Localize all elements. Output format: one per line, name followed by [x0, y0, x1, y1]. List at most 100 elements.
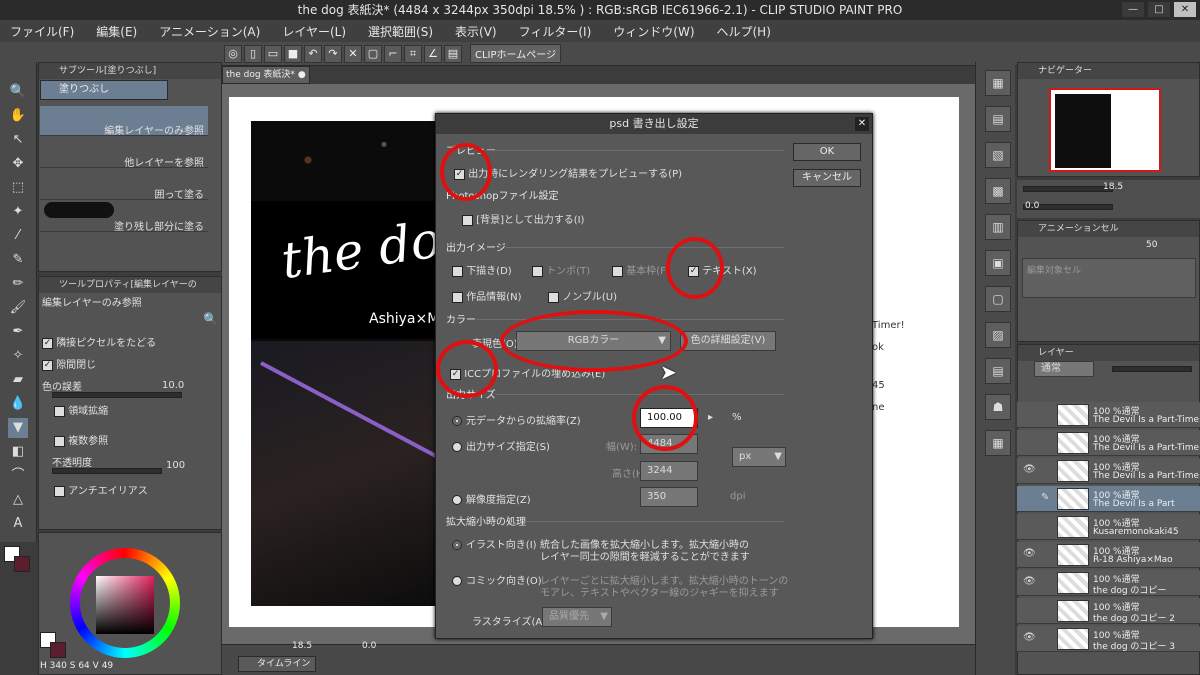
resolution-input[interactable]: 350 [640, 487, 698, 507]
illust-radio[interactable] [452, 540, 462, 550]
layer-row[interactable]: ✎ 100 %通常 The Devil Is a Part [1017, 486, 1200, 512]
layer-row[interactable]: 👁 100 %通常 the dog のコピー 3 [1017, 626, 1200, 652]
resolution-radio[interactable] [452, 495, 462, 505]
undo-icon[interactable]: ↶ [304, 44, 322, 63]
magnifier-icon[interactable]: 🔍 [203, 312, 218, 326]
eyedropper-icon[interactable]: ⁄ [8, 226, 28, 246]
close-button[interactable]: ✕ [1174, 2, 1196, 17]
subtool-group-fill[interactable]: 塗りつぶし [40, 80, 168, 100]
blend-mode-select[interactable]: 通常 [1034, 361, 1094, 377]
color-detail-button[interactable]: 色の詳細設定(V) [680, 331, 776, 351]
redo-icon[interactable]: ↷ [324, 44, 342, 63]
layer-row[interactable]: 100 %通常 The Devil Is a Part-Timer [1017, 430, 1200, 456]
material-tone-icon[interactable]: ▩ [985, 178, 1011, 204]
material-image-icon[interactable]: ▨ [985, 322, 1011, 348]
material-character-icon[interactable]: ☗ [985, 394, 1011, 420]
selection-tool-icon[interactable]: ⬚ [8, 178, 28, 198]
menu-view[interactable]: 表示(V) [455, 23, 497, 40]
color-swatch-main[interactable] [50, 642, 66, 658]
zoom-tool-icon[interactable]: 🔍 [8, 82, 28, 102]
minimize-button[interactable]: — [1122, 2, 1144, 17]
subtool-refer-other-layers[interactable]: 他レイヤーを参照 [40, 138, 208, 169]
navigator-thumbnail[interactable] [1049, 88, 1161, 172]
material-icon[interactable]: ▦ [985, 70, 1011, 96]
close-gap-checkbox[interactable]: ✓ [42, 359, 53, 371]
clear-icon[interactable]: ✕ [344, 44, 362, 63]
navigator-zoom-slider[interactable] [1023, 186, 1113, 192]
pen-tool-icon[interactable]: ✎ [8, 250, 28, 270]
menu-animation[interactable]: アニメーション(A) [159, 23, 260, 40]
edit-target-cel[interactable]: 編集対象セル [1022, 258, 1196, 298]
pencil-tool-icon[interactable]: ✏ [8, 274, 28, 294]
eye-icon[interactable]: 👁 [1023, 576, 1036, 587]
snap-ruler-icon[interactable]: ⌐ [384, 44, 402, 63]
figure-tool-icon[interactable]: ⌒ [8, 466, 28, 486]
color-margin-slider[interactable] [52, 392, 182, 398]
settings-icon[interactable]: ▤ [444, 44, 462, 63]
auto-select-icon[interactable]: ✦ [8, 202, 28, 222]
text-tool-icon[interactable]: A [8, 514, 28, 534]
eye-icon[interactable]: 👁 [1023, 548, 1036, 559]
multi-ref-checkbox[interactable] [54, 435, 65, 447]
scale-arrow-icon[interactable]: ▸ [708, 412, 713, 423]
layer-row[interactable]: 👁 100 %通常 R-18 Ashiya×Mao [1017, 542, 1200, 568]
draft-checkbox[interactable] [452, 265, 463, 277]
menu-filter[interactable]: フィルター(I) [519, 23, 592, 40]
maximize-button[interactable]: □ [1148, 2, 1170, 17]
material-3d-icon[interactable]: ▤ [985, 358, 1011, 384]
layer-row[interactable]: 👁 100 %通常 the dog のコピー [1017, 570, 1200, 596]
open-file-icon[interactable]: ▭ [264, 44, 282, 63]
menu-help[interactable]: ヘルプ(H) [717, 23, 771, 40]
material-frame-icon[interactable]: ▣ [985, 250, 1011, 276]
scale-radio[interactable] [452, 416, 462, 426]
size-unit-select[interactable]: px ▼ [732, 447, 786, 467]
menu-edit[interactable]: 編集(E) [96, 23, 137, 40]
subtool-edit-layer-only[interactable]: 編集レイヤーのみ参照 [40, 106, 208, 137]
layer-row[interactable]: 👁 100 %通常 The Devil Is a Part-Timer [1017, 458, 1200, 484]
subtool-close-and-fill[interactable]: 囲って塗る [40, 170, 208, 201]
menu-window[interactable]: ウィンドウ(W) [613, 23, 694, 40]
adjacent-checkbox[interactable]: ✓ [42, 337, 53, 349]
size-radio[interactable] [452, 442, 462, 452]
tombo-checkbox[interactable] [532, 265, 543, 277]
eye-icon[interactable]: 👁 [1023, 464, 1036, 475]
ruler-tool-icon[interactable]: △ [8, 490, 28, 510]
layer-row[interactable]: 100 %通常 The Devil Is a Part-Timer! [1017, 402, 1200, 428]
decoration-tool-icon[interactable]: ✧ [8, 346, 28, 366]
eraser-tool-icon[interactable]: ▰ [8, 370, 28, 390]
brush-tool-icon[interactable]: 🖌 [8, 298, 28, 318]
material-brush-icon[interactable]: ▥ [985, 214, 1011, 240]
layer-row[interactable]: 100 %通常 Kusaremonokaki45 [1017, 514, 1200, 540]
move-tool-icon[interactable]: ✥ [8, 154, 28, 174]
snap-grid-icon[interactable]: ⌗ [404, 44, 422, 63]
area-scaling-checkbox[interactable] [54, 405, 65, 417]
blend-tool-icon[interactable]: 💧 [8, 394, 28, 414]
fill-tool-icon[interactable]: ▼ [8, 418, 28, 438]
material-misc-icon[interactable]: ▦ [985, 430, 1011, 456]
save-icon[interactable]: ■ [284, 44, 302, 63]
ok-button[interactable]: OK [793, 143, 861, 161]
timeline-tab[interactable]: タイムライン [238, 656, 316, 672]
menu-selection[interactable]: 選択範囲(S) [368, 23, 433, 40]
document-tab[interactable]: the dog 表紙決* ● [222, 66, 310, 84]
new-file-icon[interactable]: ▯ [244, 44, 262, 63]
color-square[interactable] [96, 576, 154, 634]
transform-icon[interactable]: ▢ [364, 44, 382, 63]
opacity-slider[interactable] [52, 468, 162, 474]
eye-icon[interactable]: 👁 [1023, 632, 1036, 643]
operation-tool-icon[interactable]: ↖ [8, 130, 28, 150]
work-info-checkbox[interactable] [452, 291, 463, 303]
gradient-tool-icon[interactable]: ◧ [8, 442, 28, 462]
main-color-swatch[interactable] [14, 556, 30, 572]
cancel-button[interactable]: キャンセル [793, 169, 861, 187]
basic-frame-checkbox[interactable] [612, 265, 623, 277]
nonble-checkbox[interactable] [548, 291, 559, 303]
antialias-checkbox[interactable] [54, 485, 65, 497]
material-balloon-icon[interactable]: ▢ [985, 286, 1011, 312]
clip-studio-icon[interactable]: ◎ [224, 44, 242, 63]
airbrush-tool-icon[interactable]: ✒ [8, 322, 28, 342]
background-checkbox[interactable] [462, 214, 473, 226]
material-folder-icon[interactable]: ▤ [985, 106, 1011, 132]
clip-home-button[interactable]: CLIPホームページ [470, 44, 562, 63]
tab-close-icon[interactable]: ● [298, 70, 306, 80]
